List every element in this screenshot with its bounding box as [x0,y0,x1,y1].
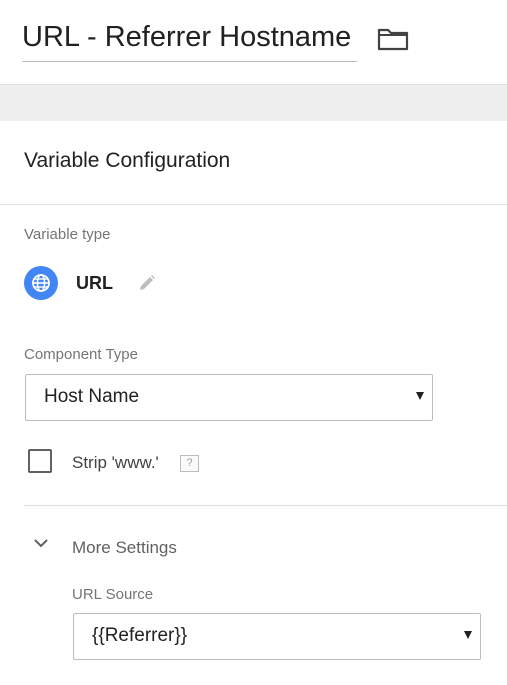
url-source-select[interactable]: {{Referrer}} [73,613,481,660]
variable-name-input[interactable]: URL - Referrer Hostname [22,18,351,56]
section-divider [0,204,507,205]
grey-band [0,85,507,121]
caret-down-icon [464,631,472,639]
variable-type-row: URL [24,266,184,300]
folder-icon[interactable] [377,27,409,51]
variable-type-name: URL [76,273,113,293]
globe-icon [24,266,58,300]
strip-www-checkbox[interactable] [28,449,52,473]
strip-www-row: Strip 'www.' ? [28,449,228,477]
settings-divider [24,505,507,506]
variable-type-label: Variable type [24,226,111,243]
component-type-label: Component Type [24,346,138,363]
url-source-value: {{Referrer}} [92,625,188,646]
caret-down-icon [416,392,424,400]
section-title: Variable Configuration [24,149,231,172]
help-icon[interactable]: ? [180,455,199,472]
strip-www-label: Strip 'www.' [72,453,159,472]
url-source-label: URL Source [72,586,154,603]
more-settings-label: More Settings [72,538,177,557]
pencil-icon[interactable] [137,273,157,293]
title-underline [22,61,357,62]
chevron-down-icon [34,539,48,548]
component-type-value: Host Name [44,386,140,407]
more-settings-toggle[interactable]: More Settings [30,534,230,562]
component-type-select[interactable]: Host Name [25,374,433,421]
variable-header: URL - Referrer Hostname [0,0,507,85]
